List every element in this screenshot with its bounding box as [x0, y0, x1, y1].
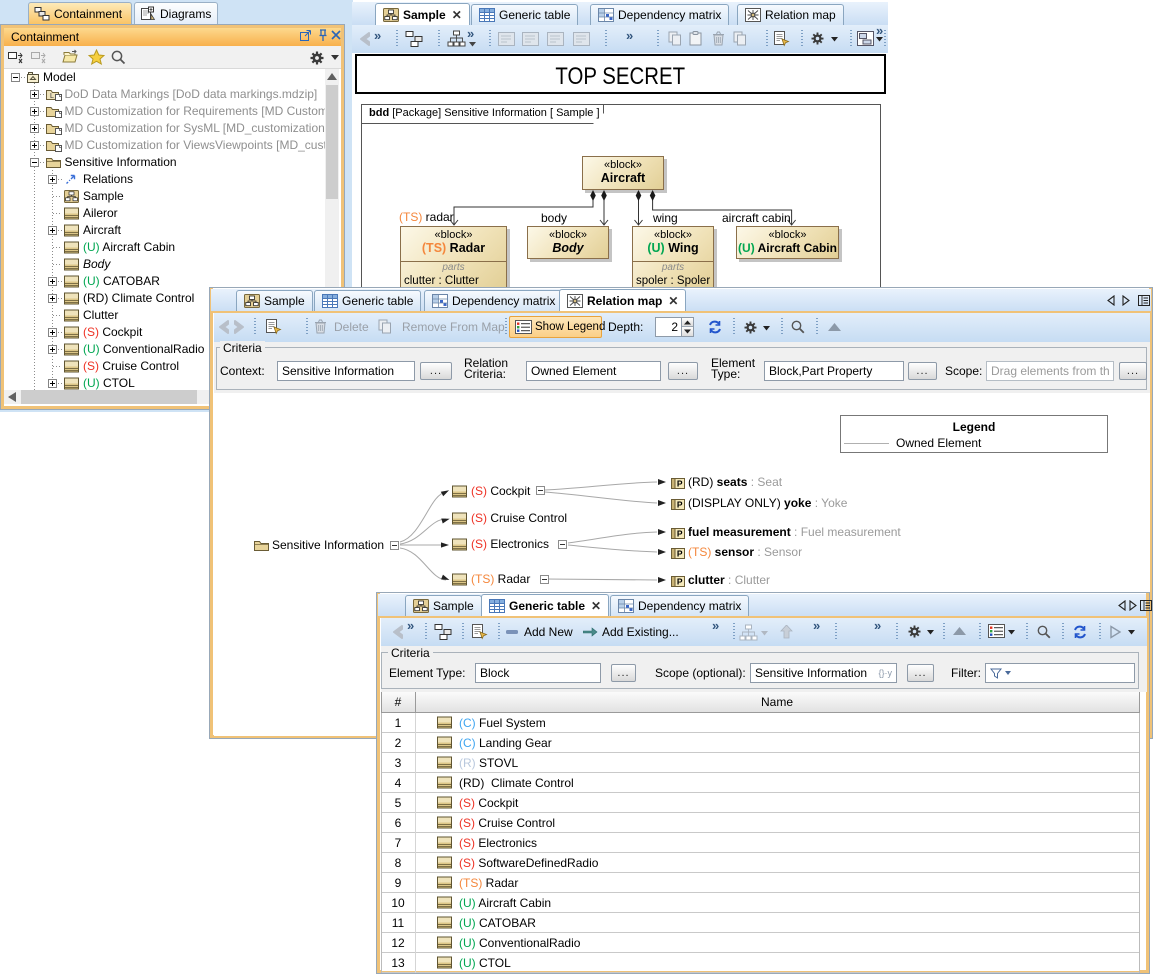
- svg-text:L: L: [50, 93, 54, 100]
- svg-text:P: P: [677, 577, 683, 587]
- svg-text:P: P: [677, 479, 683, 489]
- svg-text:P: P: [677, 500, 683, 510]
- svg-text:P: P: [677, 549, 683, 559]
- svg-text:P: P: [677, 529, 683, 539]
